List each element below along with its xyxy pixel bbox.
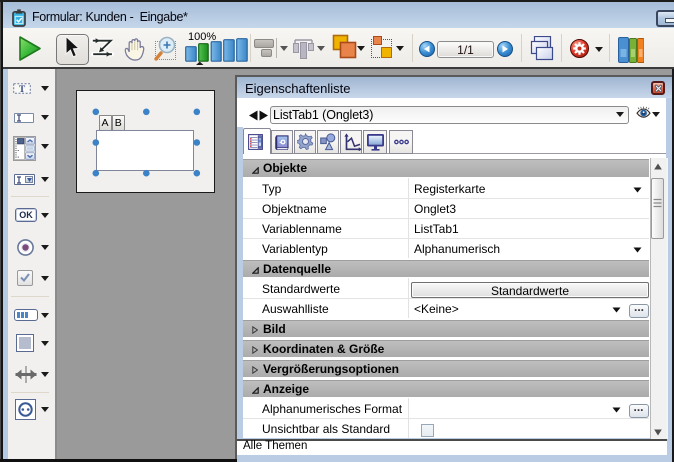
- svg-text:T: T: [19, 84, 26, 93]
